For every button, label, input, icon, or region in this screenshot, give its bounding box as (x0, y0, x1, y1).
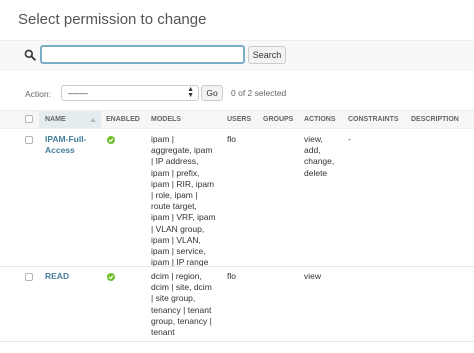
search-toolbar: Search (0, 40, 474, 70)
model-line: aggregate, ipam (151, 145, 213, 156)
actions-cell: view, add, change, delete (304, 134, 334, 179)
model-line: ipam | VRF, ipam (151, 212, 216, 223)
model-line: | VLAN group, (151, 223, 205, 234)
search-icon (24, 49, 36, 61)
column-header-enabled[interactable]: ENABLED (106, 116, 140, 123)
column-header-actions[interactable]: ACTIONS (304, 116, 336, 123)
page-title: Select permission to change (18, 11, 207, 28)
permission-name-link[interactable]: READ (45, 271, 69, 282)
model-line: | role, ipam | (151, 190, 198, 201)
select-arrows-icon: ▲ ▼ (187, 86, 194, 99)
enabled-check-icon (107, 273, 115, 281)
row-checkbox[interactable] (25, 273, 33, 281)
sort-ascending-icon[interactable] (90, 118, 96, 122)
column-header-users[interactable]: USERS (227, 116, 251, 123)
name-line: IPAM-Full- (45, 134, 87, 144)
models-cell: dcim | region, dcim | site, dcim | site … (151, 271, 212, 338)
model-line: dcim | site, dcim (151, 282, 212, 293)
action-select[interactable]: --------- ▲ ▼ (61, 85, 199, 101)
models-cell: ipam | aggregate, ipam | IP address, ipa… (151, 134, 216, 268)
column-header-constraints[interactable]: CONSTRAINTS (348, 116, 399, 123)
model-line: ipam | VLAN, (151, 234, 201, 245)
select-all-checkbox[interactable] (25, 115, 33, 123)
selection-counter: 0 of 2 selected (231, 88, 287, 98)
go-button[interactable]: Go (201, 85, 223, 101)
users-cell: flo (227, 134, 236, 144)
search-button[interactable]: Search (248, 46, 286, 64)
table-header: NAME ENABLED MODELS USERS GROUPS ACTIONS… (0, 110, 474, 129)
model-line: | site group, (151, 293, 196, 304)
name-line: Access (45, 145, 75, 156)
actions-cell: view (304, 271, 321, 282)
action-line: view, (304, 134, 323, 144)
search-input[interactable] (40, 45, 245, 64)
model-line: tenant (151, 327, 175, 338)
enabled-check-icon (107, 136, 115, 144)
model-line: tenancy | tenant (151, 304, 212, 315)
action-label: Action: (25, 89, 51, 99)
model-line: ipam | RIR, ipam (151, 178, 215, 189)
action-line: change, (304, 156, 335, 167)
model-line: ipam | prefix, (151, 167, 200, 178)
model-line: | IP address, (151, 156, 199, 167)
column-header-name[interactable]: NAME (45, 116, 66, 123)
action-line: add, (304, 145, 321, 156)
action-line: view (304, 271, 322, 281)
action-select-value: --------- (68, 89, 88, 98)
model-line: ipam | (151, 134, 174, 144)
model-line: route target, (151, 201, 197, 212)
model-line: group, tenancy | (151, 315, 212, 326)
column-header-description[interactable]: DESCRIPTION (411, 116, 459, 123)
row-divider (0, 341, 474, 342)
model-line: ipam | service, (151, 246, 206, 257)
permission-name-link[interactable]: IPAM-Full- Access (45, 134, 86, 156)
name-line: READ (45, 271, 70, 281)
row-divider (0, 266, 474, 267)
row-checkbox[interactable] (25, 136, 33, 144)
model-line: dcim | region, (151, 271, 202, 281)
action-bar: Action: --------- ▲ ▼ Go 0 of 2 selected (0, 82, 474, 104)
column-header-groups[interactable]: GROUPS (263, 116, 293, 123)
users-cell: flo (227, 271, 236, 281)
column-header-models[interactable]: MODELS (151, 116, 181, 123)
constraints-cell: - (348, 134, 351, 144)
action-line: delete (304, 167, 328, 178)
